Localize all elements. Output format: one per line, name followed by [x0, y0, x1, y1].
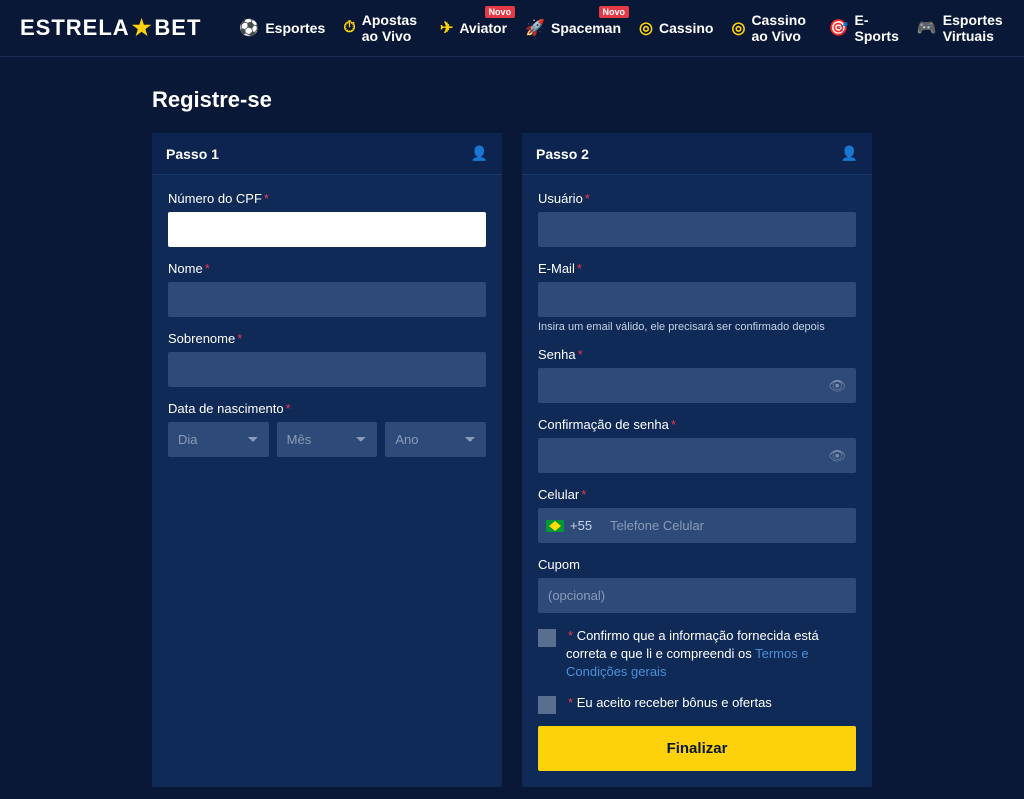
- bonus-checkbox[interactable]: [538, 696, 556, 714]
- eye-icon[interactable]: 👁: [828, 377, 846, 394]
- surname-label: Sobrenome*: [168, 331, 486, 346]
- surname-input[interactable]: [168, 352, 486, 387]
- required-asterisk: *: [578, 347, 583, 362]
- nav-label: Apostas ao Vivo: [362, 12, 422, 44]
- name-input[interactable]: [168, 282, 486, 317]
- coupon-input[interactable]: [538, 578, 856, 613]
- user-label: Usuário*: [538, 191, 856, 206]
- email-label: E-Mail*: [538, 261, 856, 276]
- bonus-text: * Eu aceito receber bônus e ofertas: [566, 694, 772, 714]
- required-asterisk: *: [205, 261, 210, 276]
- confirm-password-label: Confirmação de senha*: [538, 417, 856, 432]
- user-input[interactable]: [538, 212, 856, 247]
- nav-aviator[interactable]: ✈ Aviator Novo: [440, 18, 507, 38]
- terms-text: * Confirmo que a informação fornecida es…: [566, 627, 856, 682]
- nav-label: Cassino ao Vivo: [751, 12, 810, 44]
- target-icon: ◎: [731, 18, 745, 38]
- nav-esports[interactable]: 🎯 E-Sports: [829, 12, 899, 44]
- required-asterisk: *: [237, 331, 242, 346]
- submit-button[interactable]: Finalizar: [538, 726, 856, 771]
- required-asterisk: *: [671, 417, 676, 432]
- cpf-label: Número do CPF*: [168, 191, 486, 206]
- nav-label: Cassino: [659, 20, 713, 36]
- target-icon: ◎: [639, 18, 653, 38]
- password-label: Senha*: [538, 347, 856, 362]
- required-asterisk: *: [264, 191, 269, 206]
- phone-input[interactable]: [600, 508, 856, 543]
- nav-label: Aviator: [459, 20, 507, 36]
- badge-novo: Novo: [485, 6, 516, 18]
- confirm-password-input[interactable]: [538, 438, 856, 473]
- panel-step2: Passo 2 👤 Usuário* E-Mail* Insira um ema…: [522, 133, 872, 787]
- nav-spaceman[interactable]: 🚀 Spaceman Novo: [525, 18, 621, 38]
- panel-header-2: Passo 2 👤: [522, 133, 872, 175]
- dob-label: Data de nascimento*: [168, 401, 486, 416]
- nav-label: Esportes Virtuais: [943, 12, 1004, 44]
- nav-label: Spaceman: [551, 20, 621, 36]
- nav-label: Esportes: [265, 20, 325, 36]
- required-asterisk: *: [568, 628, 573, 643]
- nav-apostas-vivo[interactable]: ⏱ Apostas ao Vivo: [343, 12, 422, 44]
- required-asterisk: *: [581, 487, 586, 502]
- panel-step1: Passo 1 👤 Número do CPF* Nome*: [152, 133, 502, 787]
- rocket-icon: 🚀: [525, 18, 545, 38]
- nav-virtuais[interactable]: 🎮 Esportes Virtuais: [917, 12, 1004, 44]
- panel-header-1: Passo 1 👤: [152, 133, 502, 175]
- month-select[interactable]: Mês: [277, 422, 378, 457]
- logo-text-1: ESTRELA: [20, 15, 130, 41]
- nav-cassino[interactable]: ◎ Cassino: [639, 18, 713, 38]
- day-select[interactable]: Dia: [168, 422, 269, 457]
- star-icon: ★: [132, 15, 153, 41]
- clock-icon: ⏱: [343, 19, 355, 37]
- soccer-icon: ⚽: [239, 18, 259, 38]
- phone-code: +55: [570, 518, 592, 533]
- badge-novo: Novo: [599, 6, 630, 18]
- year-select[interactable]: Ano: [385, 422, 486, 457]
- phone-label: Celular*: [538, 487, 856, 502]
- user-icon: 👤: [471, 145, 488, 162]
- name-label: Nome*: [168, 261, 486, 276]
- page-title: Registre-se: [152, 87, 872, 113]
- plane-icon: ✈: [440, 18, 453, 38]
- logo-text-2: BET: [154, 15, 201, 41]
- required-asterisk: *: [286, 401, 291, 416]
- password-input[interactable]: [538, 368, 856, 403]
- panel-title: Passo 1: [166, 146, 219, 162]
- logo[interactable]: ESTRELA ★ BET: [20, 15, 201, 41]
- coupon-label: Cupom: [538, 557, 856, 572]
- cpf-input[interactable]: [168, 212, 486, 247]
- terms-checkbox[interactable]: [538, 629, 556, 647]
- esports-icon: 🎯: [829, 18, 849, 38]
- email-input[interactable]: [538, 282, 856, 317]
- nav-cassino-vivo[interactable]: ◎ Cassino ao Vivo: [731, 12, 810, 44]
- gamepad-icon: 🎮: [917, 18, 937, 38]
- required-asterisk: *: [577, 261, 582, 276]
- email-hint: Insira um email válido, ele precisará se…: [538, 321, 856, 333]
- navbar: ESTRELA ★ BET ⚽ Esportes ⏱ Apostas ao Vi…: [0, 0, 1024, 57]
- flag-br-icon: [546, 520, 564, 532]
- panel-title: Passo 2: [536, 146, 589, 162]
- user-icon: 👤: [841, 145, 858, 162]
- nav-label: E-Sports: [855, 12, 899, 44]
- nav-esportes[interactable]: ⚽ Esportes: [239, 18, 325, 38]
- eye-icon[interactable]: 👁: [828, 447, 846, 464]
- required-asterisk: *: [585, 191, 590, 206]
- required-asterisk: *: [568, 695, 573, 710]
- phone-prefix[interactable]: +55: [538, 508, 600, 543]
